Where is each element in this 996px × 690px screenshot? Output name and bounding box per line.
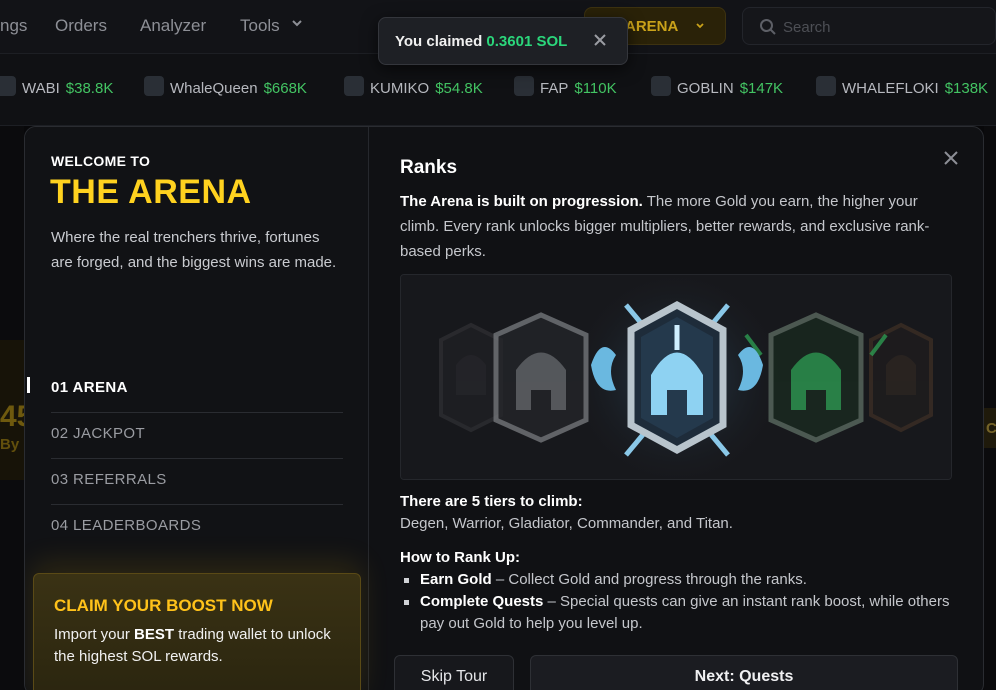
rank-badges-svg — [401, 275, 951, 479]
step-referrals[interactable]: 03 REFERRALS — [51, 459, 343, 505]
ticker-item[interactable]: WHALEFLOKI $138K — [816, 76, 989, 97]
ticker-name: FAP — [540, 80, 569, 97]
ticker-value: $38.8K — [65, 80, 114, 97]
boost-text-bold: BEST — [134, 626, 175, 643]
search-icon — [760, 19, 776, 35]
search-input[interactable] — [783, 16, 983, 38]
rank-badges-illustration — [400, 274, 952, 480]
howto-heading: How to Rank Up: — [400, 549, 520, 566]
ticker-item[interactable]: FAP $110K — [514, 76, 617, 97]
ticker-value: $54.8K — [435, 80, 483, 97]
step-label: 01 ARENA — [51, 379, 128, 396]
ranks-intro: The Arena is built on progression. The m… — [400, 189, 940, 264]
arena-button-label: ARENA — [625, 18, 679, 35]
token-avatar — [144, 76, 164, 96]
tour-steps: 01 ARENA 02 JACKPOT 03 REFERRALS 04 LEAD… — [27, 367, 343, 551]
nav-item-tools[interactable]: Tools — [240, 16, 280, 36]
arena-tour-modal: WELCOME TO THE ARENA Where the real tren… — [24, 126, 984, 690]
bullet-icon — [404, 600, 409, 605]
modal-content: Ranks The Arena is built on progression.… — [370, 127, 983, 690]
step-label: 04 LEADERBOARDS — [51, 517, 202, 534]
bullet-icon — [404, 578, 409, 583]
close-icon[interactable] — [592, 32, 608, 48]
ticker-item[interactable]: WABI $38.8K — [0, 76, 114, 97]
section-title: Ranks — [400, 157, 458, 178]
tiers-list: Degen, Warrior, Gladiator, Commander, an… — [400, 515, 733, 532]
token-avatar — [514, 76, 534, 96]
howto-item-text: – Collect Gold and progress through the … — [491, 571, 807, 588]
app-root: ngs Orders Analyzer Tools ARENA WABI $38.… — [0, 0, 996, 690]
nav-item-analyzer[interactable]: Analyzer — [140, 16, 206, 36]
token-avatar — [344, 76, 364, 96]
ticker-name: WHALEFLOKI — [842, 80, 939, 97]
ticker-value: $147K — [739, 80, 784, 97]
chevron-down-icon[interactable] — [290, 16, 304, 30]
list-item: Earn Gold – Collect Gold and progress th… — [400, 569, 960, 591]
rank-badge-warrior — [493, 312, 589, 443]
step-arena[interactable]: 01 ARENA — [27, 367, 343, 413]
ticker-name: WhaleQueen — [170, 80, 258, 97]
step-leaderboards[interactable]: 04 LEADERBOARDS — [51, 505, 343, 551]
rank-badge-degen — [439, 322, 503, 433]
list-item: Complete Quests – Special quests can giv… — [400, 591, 960, 635]
boost-heading: CLAIM YOUR BOOST NOW — [54, 596, 273, 615]
token-avatar — [816, 76, 836, 96]
howto-list: Earn Gold – Collect Gold and progress th… — [400, 569, 960, 635]
token-avatar — [0, 76, 16, 96]
ticker-name: WABI — [22, 80, 60, 97]
toast-amount: 0.3601 SOL — [486, 33, 568, 50]
step-label: 02 JACKPOT — [51, 425, 146, 442]
step-label: 03 REFERRALS — [51, 471, 167, 488]
modal-sidebar: WELCOME TO THE ARENA Where the real tren… — [25, 127, 369, 690]
boost-text-a: Import your — [54, 626, 135, 643]
search-box[interactable] — [742, 7, 996, 45]
claim-boost-card[interactable]: CLAIM YOUR BOOST NOW Import your BEST tr… — [33, 573, 361, 690]
nav-item-orders[interactable]: Orders — [55, 16, 107, 36]
ticker-value: $668K — [263, 80, 307, 97]
modal-title: THE ARENA — [50, 173, 252, 211]
ticker-name: GOBLIN — [677, 80, 734, 97]
toast-prefix: You claimed — [395, 33, 487, 50]
welcome-label: WELCOME TO — [51, 153, 151, 169]
next-button[interactable]: Next: Quests — [530, 655, 958, 690]
tiers-heading: There are 5 tiers to climb: — [400, 493, 583, 510]
ticker-value: $110K — [574, 80, 617, 97]
active-step-marker — [27, 377, 30, 393]
howto-item-bold: Complete Quests — [420, 593, 544, 610]
ticker-name: KUMIKO — [370, 80, 430, 97]
ranks-intro-bold: The Arena is built on progression. — [400, 193, 643, 210]
close-icon[interactable] — [942, 149, 960, 167]
boost-text: Import your BEST trading wallet to unloc… — [54, 624, 344, 668]
ticker-item[interactable]: WhaleQueen $668K — [144, 76, 307, 97]
ticker-value: $138K — [944, 80, 989, 97]
skip-tour-button[interactable]: Skip Tour — [394, 655, 514, 690]
step-jackpot[interactable]: 02 JACKPOT — [51, 413, 343, 459]
token-avatar — [651, 76, 671, 96]
chevron-down-icon — [696, 23, 704, 29]
nav-item-settings[interactable]: ngs — [0, 16, 27, 36]
howto-item-bold: Earn Gold — [420, 571, 492, 588]
claim-toast: You claimed 0.3601 SOL — [378, 17, 628, 65]
ticker-item[interactable]: KUMIKO $54.8K — [344, 76, 483, 97]
toast-message: You claimed 0.3601 SOL — [395, 33, 567, 50]
ticker-item[interactable]: GOBLIN $147K — [651, 76, 784, 97]
modal-tagline: Where the real trenchers thrive, fortune… — [51, 229, 337, 271]
